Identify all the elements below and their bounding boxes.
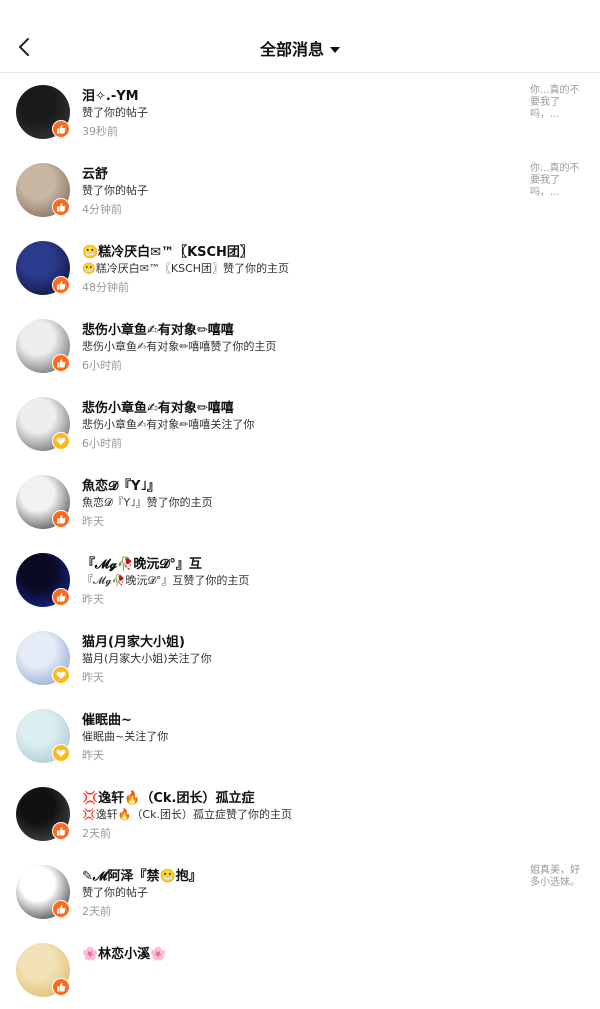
notification-row[interactable]: 泪✧.-YM 赞了你的帖子 39秒前 你...真的不要我了吗，... <box>0 73 600 151</box>
page-title: 全部消息 <box>259 40 324 59</box>
notification-row[interactable]: ✎𝓜阿泽『禁😬抱』赞了你的帖子 2天前 姐真美，好多小选妹。 <box>0 853 600 931</box>
post-preview-text[interactable]: 你...真的不要我了吗，... <box>530 85 586 121</box>
notification-action-text: 『𝓜𝓰🥀晚沅𝓓°』互赞了你的主页 <box>82 574 250 587</box>
notification-action-text: 悲伤小章鱼✍有对象✏嘻嘻关注了你 <box>82 418 255 431</box>
notification-action-text: 💢逸轩🔥（Ck.团长）孤立症赞了你的主页 <box>82 808 292 821</box>
notification-username[interactable]: 魚恋𝓓『Y˩』 <box>82 475 160 494</box>
follow-badge-icon <box>52 744 70 762</box>
notification-action-text: 😬糕冷厌白✉™〖KSCH团〗赞了你的主页 <box>82 262 290 275</box>
notification-username[interactable]: 悲伤小章鱼✍有对象✏嘻嘻 <box>82 319 234 338</box>
notification-username[interactable]: 悲伤小章鱼✍有对象✏嘻嘻 <box>82 397 234 416</box>
notification-row[interactable]: 悲伤小章鱼✍有对象✏嘻嘻悲伤小章鱼✍有对象✏嘻嘻赞了你的主页 6小时前 <box>0 307 600 385</box>
like-badge-icon <box>52 822 70 840</box>
notification-username[interactable]: 『𝓜𝓰🥀晚沅𝓓°』互 <box>82 553 202 572</box>
notification-time: 6小时前 <box>82 359 122 372</box>
follow-badge-icon <box>52 666 70 684</box>
notification-action-text: 赞了你的帖子 <box>82 886 148 899</box>
notification-row[interactable]: 猫月(月家大小姐) 猫月(月家大小姐)关注了你 昨天 <box>0 619 600 697</box>
follow-badge-icon <box>52 432 70 450</box>
post-preview-text[interactable]: 姐真美，好多小选妹。 <box>530 865 586 889</box>
notification-username[interactable]: ✎𝓜阿泽『禁😬抱』 <box>82 865 202 884</box>
notification-time: 4分钟前 <box>82 203 122 216</box>
notification-action-text: 催眠曲~关注了你 <box>82 730 169 743</box>
notification-username[interactable]: 💢逸轩🔥（Ck.团长）孤立症 <box>82 787 255 806</box>
notification-username[interactable]: 🌸林恋小溪🌸 <box>82 943 166 962</box>
notification-time: 昨天 <box>82 515 104 528</box>
notification-action-text: 赞了你的帖子 <box>82 184 148 197</box>
notification-username[interactable]: 催眠曲~ <box>82 709 132 728</box>
like-badge-icon <box>52 900 70 918</box>
notification-row[interactable]: 😬糕冷厌白✉™〖KSCH团〗 😬糕冷厌白✉™〖KSCH团〗赞了你的主页 48分钟前 <box>0 229 600 307</box>
notification-time: 48分钟前 <box>82 281 129 294</box>
notification-time: 2天前 <box>82 827 111 840</box>
message-filter-dropdown[interactable]: 全部消息 <box>0 36 600 60</box>
notification-row[interactable]: 云舒赞了你的帖子 4分钟前 你...真的不要我了吗，... <box>0 151 600 229</box>
notification-list: 泪✧.-YM 赞了你的帖子 39秒前 你...真的不要我了吗，... 云舒 赞了你的帖子 4… <box>0 73 600 1009</box>
notification-action-text: 魚恋𝓓『Y˩』赞了你的主页 <box>82 496 213 509</box>
like-badge-icon <box>52 510 70 528</box>
notification-time: 昨天 <box>82 671 104 684</box>
notification-time: 昨天 <box>82 593 104 606</box>
notification-time: 6小时前 <box>82 437 122 450</box>
post-preview-text[interactable]: 你...真的不要我了吗，... <box>530 163 586 199</box>
like-badge-icon <box>52 354 70 372</box>
dropdown-caret-icon <box>330 47 340 53</box>
notification-username[interactable]: 😬糕冷厌白✉™〖KSCH团〗 <box>82 241 253 260</box>
notification-action-text: 赞了你的帖子 <box>82 106 148 119</box>
notification-row[interactable]: 🌸林恋小溪🌸 <box>0 931 600 1009</box>
notification-row[interactable]: 『𝓜𝓰🥀晚沅𝓓°』互『𝓜𝓰🥀晚沅𝓓°』互赞了你的主页 昨天 <box>0 541 600 619</box>
notification-username[interactable]: 云舒 <box>82 163 108 182</box>
top-bar: 全部消息 <box>0 0 600 73</box>
notification-row[interactable]: 催眠曲~ 催眠曲~关注了你 昨天 <box>0 697 600 775</box>
like-badge-icon <box>52 120 70 138</box>
notification-action-text: 猫月(月家大小姐)关注了你 <box>82 652 212 665</box>
notification-username[interactable]: 猫月(月家大小姐) <box>82 631 185 650</box>
notification-time: 昨天 <box>82 749 104 762</box>
like-badge-icon <box>52 588 70 606</box>
like-badge-icon <box>52 198 70 216</box>
notification-username[interactable]: 泪✧.-YM <box>82 85 139 104</box>
notification-action-text: 悲伤小章鱼✍有对象✏嘻嘻赞了你的主页 <box>82 340 277 353</box>
notification-time: 2天前 <box>82 905 111 918</box>
notification-time: 39秒前 <box>82 125 118 138</box>
notification-row[interactable]: 💢逸轩🔥（Ck.团长）孤立症 💢逸轩🔥（Ck.团长）孤立症赞了你的主页 2天前 <box>0 775 600 853</box>
like-badge-icon <box>52 276 70 294</box>
notification-row[interactable]: 魚恋𝓓『Y˩』魚恋𝓓『Y˩』赞了你的主页 昨天 <box>0 463 600 541</box>
like-badge-icon <box>52 978 70 996</box>
notification-row[interactable]: 悲伤小章鱼✍有对象✏嘻嘻悲伤小章鱼✍有对象✏嘻嘻关注了你 6小时前 <box>0 385 600 463</box>
